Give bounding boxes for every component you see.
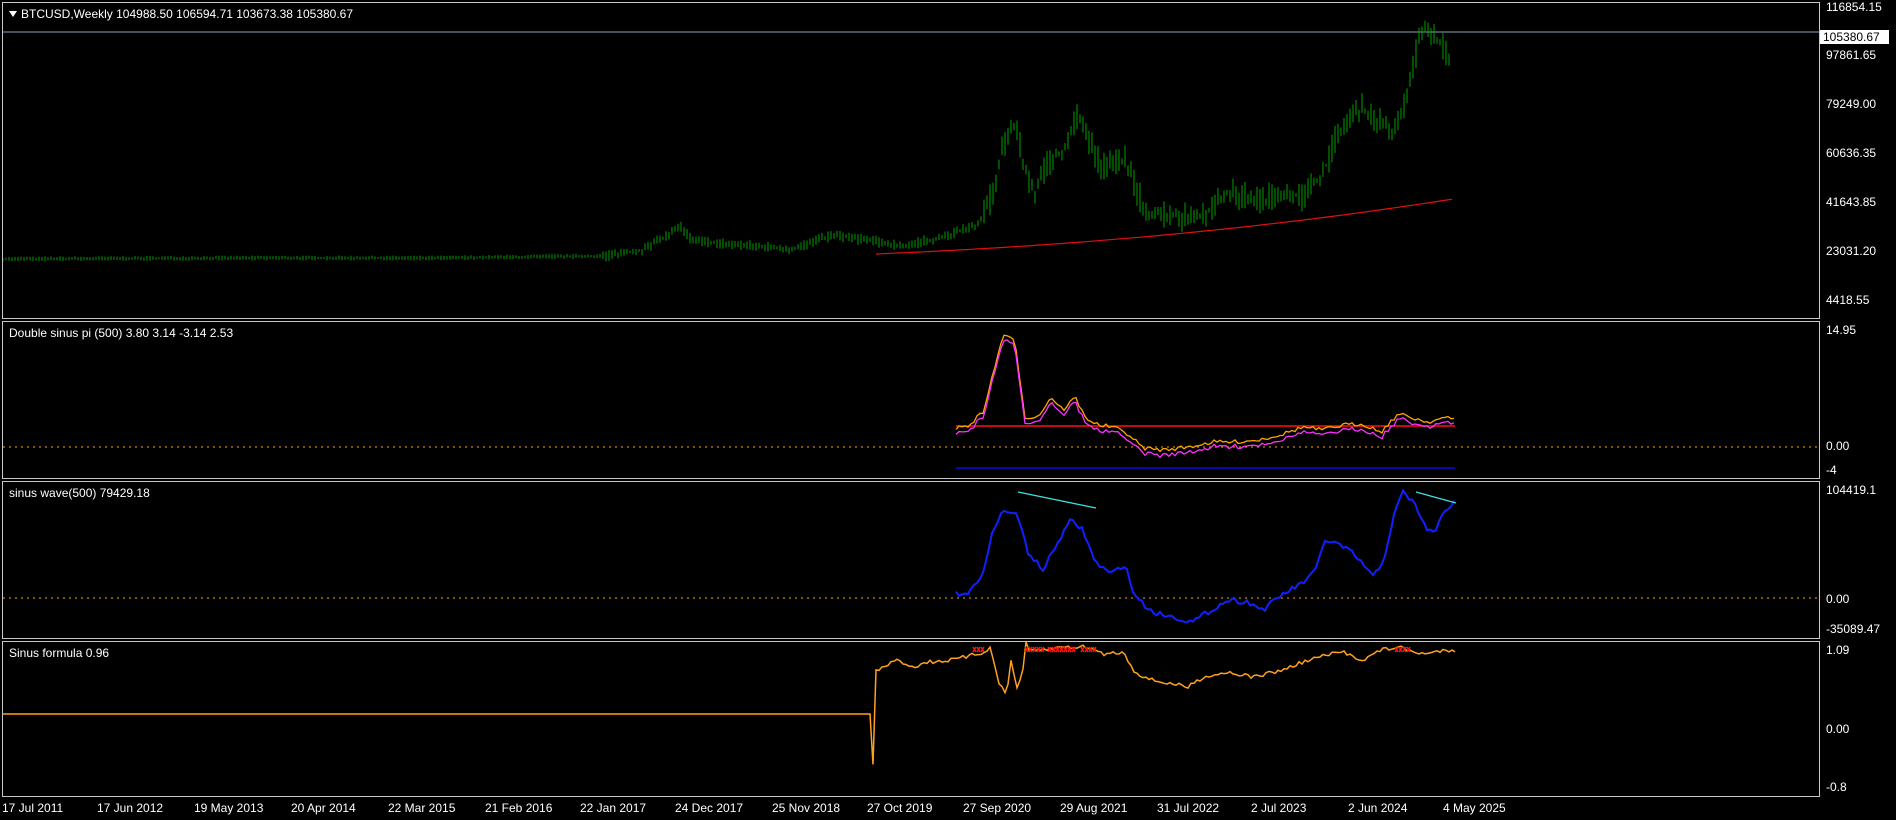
sinus-wave-line	[955, 488, 1455, 624]
double-sinus-axis: 14.95 0.00 -4	[1820, 321, 1896, 479]
date-axis-label: 24 Dec 2017	[675, 801, 744, 815]
date-axis-label: 21 Feb 2016	[485, 801, 553, 815]
sinus-formula-pane[interactable]: Sinus formula 0.96	[2, 641, 1820, 797]
date-axis-label: 29 Aug 2021	[1060, 801, 1128, 815]
date-axis-label: 27 Oct 2019	[867, 801, 933, 815]
price-axis-label: 116854.15	[1826, 0, 1882, 14]
axis-label: -35089.47	[1826, 622, 1881, 636]
date-axis-label: 17 Jun 2012	[97, 801, 164, 815]
date-axis-label: 22 Jan 2017	[580, 801, 647, 815]
sinus-wave-axis: 104419.1 0.00 -35089.47	[1820, 481, 1896, 639]
axis-label: 14.95	[1826, 323, 1857, 337]
price-pane[interactable]: BTCUSD,Weekly 104988.50 106594.71 103673…	[2, 2, 1820, 319]
price-chart[interactable]	[3, 3, 1819, 318]
double-sinus-title: Double sinus pi (500) 3.80 3.14 -3.14 2.…	[9, 326, 234, 340]
lower-sinus-line	[955, 339, 1455, 459]
price-axis-label: 97861.65	[1826, 48, 1877, 62]
price-axis-label: 4418.55	[1826, 293, 1870, 307]
date-axis-label: 20 Apr 2014	[291, 801, 356, 815]
axis-label: 0.00	[1826, 439, 1850, 453]
axis-label: 104419.1	[1826, 483, 1877, 497]
date-axis-label: 22 Mar 2015	[388, 801, 456, 815]
axis-label: 1.09	[1826, 643, 1850, 657]
date-axis-label: 31 Jul 2022	[1157, 801, 1220, 815]
trend-line	[1017, 491, 1097, 509]
symbol-title: BTCUSD,Weekly 104988.50 106594.71 103673…	[21, 7, 354, 21]
sinus-wave-title: sinus wave(500) 79429.18	[9, 486, 150, 500]
price-axis-label: 79249.00	[1826, 97, 1877, 111]
date-axis-label: 19 May 2013	[194, 801, 264, 815]
date-axis-label: 4 May 2025	[1443, 801, 1506, 815]
collapse-triangle-icon[interactable]	[9, 11, 17, 17]
price-axis-label: 60636.35	[1826, 146, 1877, 160]
symbol-header: BTCUSD,Weekly 104988.50 106594.71 103673…	[9, 7, 353, 21]
price-axis[interactable]: 116854.15 97861.65 79249.00 60636.35 416…	[1820, 0, 1896, 320]
current-price-badge: 105380.67	[1820, 30, 1889, 44]
date-axis[interactable]: 17 Jul 2011 17 Jun 2012 19 May 2013 20 Apr …	[0, 797, 1896, 820]
date-axis-label: 2 Jul 2023	[1251, 801, 1307, 815]
date-axis-label: 27 Sep 2020	[963, 801, 1032, 815]
trend-line	[1415, 491, 1457, 504]
upper-sinus-line	[955, 334, 1455, 453]
date-axis-label: 2 Jun 2024	[1348, 801, 1408, 815]
double-sinus-pane[interactable]: Double sinus pi (500) 3.80 3.14 -3.14 2.…	[2, 321, 1820, 479]
axis-label: 0.00	[1826, 592, 1850, 606]
sinus-formula-line	[3, 642, 1456, 765]
date-axis-label: 17 Jul 2011	[2, 801, 64, 815]
date-axis-label: 25 Nov 2018	[772, 801, 841, 815]
price-axis-label: 41643.85	[1826, 195, 1877, 209]
axis-label: -0.8	[1826, 780, 1847, 794]
sinus-formula-chart[interactable]	[3, 642, 1819, 796]
sinus-wave-chart[interactable]	[3, 482, 1819, 638]
price-axis-label: 23031.20	[1826, 244, 1877, 258]
sinus-wave-pane[interactable]: sinus wave(500) 79429.18	[2, 481, 1820, 639]
axis-label: 0.00	[1826, 722, 1850, 736]
double-sinus-chart[interactable]	[3, 322, 1819, 478]
axis-label: -4	[1826, 463, 1837, 477]
sinus-formula-title: Sinus formula 0.96	[9, 646, 110, 660]
sinus-formula-axis: 1.09 0.00 -0.8	[1820, 641, 1896, 797]
